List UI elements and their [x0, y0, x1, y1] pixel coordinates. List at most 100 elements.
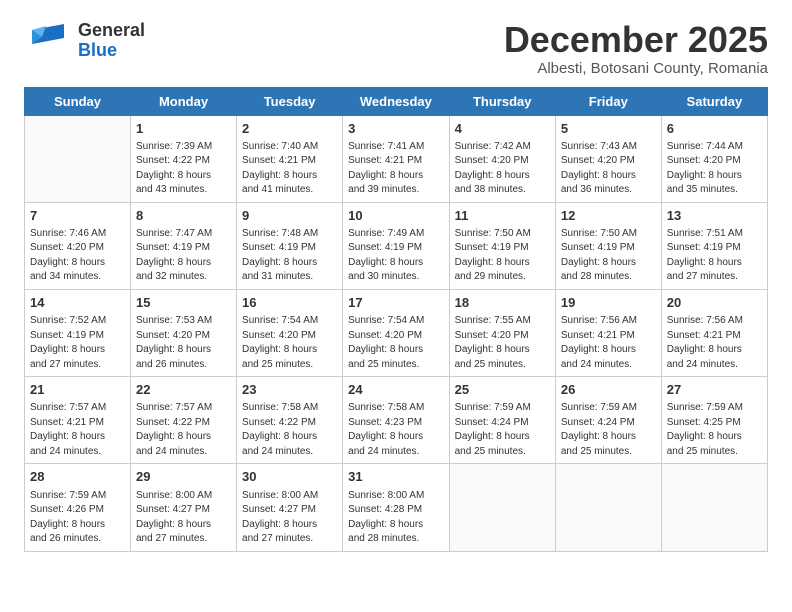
calendar-cell: 25 Sunrise: 7:59 AMSunset: 4:24 PMDayligh…: [449, 377, 555, 464]
logo-general-text: General: [78, 21, 145, 41]
day-number: 14: [30, 294, 125, 312]
day-info: Sunrise: 7:48 AMSunset: 4:19 PMDaylight:…: [242, 227, 337, 285]
day-info: Sunrise: 7:57 AMSunset: 4:21 PMDaylight:…: [30, 401, 125, 459]
calendar-cell: 27 Sunrise: 7:59 AMSunset: 4:25 PMDayligh…: [661, 377, 767, 464]
day-info: Sunrise: 7:51 AMSunset: 4:19 PMDaylight:…: [667, 227, 762, 285]
day-info: Sunrise: 7:58 AMSunset: 4:22 PMDaylight:…: [242, 401, 337, 459]
calendar-week-3: 14 Sunrise: 7:52 AMSunset: 4:19 PMDayligh…: [25, 289, 768, 376]
calendar-cell: 1 Sunrise: 7:39 AMSunset: 4:22 PMDaylight…: [131, 115, 237, 202]
day-number: 18: [455, 294, 550, 312]
day-number: 23: [242, 381, 337, 399]
day-number: 15: [136, 294, 231, 312]
day-number: 10: [348, 207, 443, 225]
calendar-week-1: 1 Sunrise: 7:39 AMSunset: 4:22 PMDaylight…: [25, 115, 768, 202]
day-number: 6: [667, 120, 762, 138]
calendar-table: SundayMondayTuesdayWednesdayThursdayFrid…: [24, 87, 768, 552]
calendar-week-2: 7Sunrise: 7:46 AMSunset: 4:20 PMDaylight…: [25, 202, 768, 289]
day-number: 27: [667, 381, 762, 399]
day-number: 19: [561, 294, 656, 312]
day-info: Sunrise: 7:57 AMSunset: 4:22 PMDaylight:…: [136, 401, 231, 459]
column-header-friday: Friday: [555, 87, 661, 115]
calendar-cell: 31 Sunrise: 8:00 AMSunset: 4:28 PMDayligh…: [343, 464, 449, 551]
column-header-saturday: Saturday: [661, 87, 767, 115]
day-info: Sunrise: 7:59 AMSunset: 4:26 PMDaylight:…: [30, 489, 125, 547]
day-number: 2: [242, 120, 337, 138]
day-info: Sunrise: 7:42 AMSunset: 4:20 PMDaylight:…: [455, 140, 550, 198]
calendar-cell: 6 Sunrise: 7:44 AMSunset: 4:20 PMDaylight…: [661, 115, 767, 202]
day-info: Sunrise: 7:53 AMSunset: 4:20 PMDaylight:…: [136, 314, 231, 372]
column-header-wednesday: Wednesday: [343, 87, 449, 115]
calendar-cell: 9Sunrise: 7:48 AMSunset: 4:19 PMDaylight…: [237, 202, 343, 289]
day-info: Sunrise: 7:50 AMSunset: 4:19 PMDaylight:…: [455, 227, 550, 285]
column-header-monday: Monday: [131, 87, 237, 115]
calendar-cell: [25, 115, 131, 202]
day-number: 7: [30, 207, 125, 225]
day-info: Sunrise: 7:39 AMSunset: 4:22 PMDaylight:…: [136, 140, 231, 198]
day-info: Sunrise: 7:56 AMSunset: 4:21 PMDaylight:…: [561, 314, 656, 372]
calendar-cell: 23 Sunrise: 7:58 AMSunset: 4:22 PMDayligh…: [237, 377, 343, 464]
day-number: 28: [30, 468, 125, 486]
calendar-cell: [555, 464, 661, 551]
day-info: Sunrise: 7:49 AMSunset: 4:19 PMDaylight:…: [348, 227, 443, 285]
day-info: Sunrise: 7:40 AMSunset: 4:21 PMDaylight:…: [242, 140, 337, 198]
calendar-cell: 29Sunrise: 8:00 AMSunset: 4:27 PMDayligh…: [131, 464, 237, 551]
calendar-cell: 19 Sunrise: 7:56 AMSunset: 4:21 PMDayligh…: [555, 289, 661, 376]
logo-text: General Blue: [78, 21, 145, 61]
day-number: 13: [667, 207, 762, 225]
day-number: 21: [30, 381, 125, 399]
calendar-cell: 7Sunrise: 7:46 AMSunset: 4:20 PMDaylight…: [25, 202, 131, 289]
day-info: Sunrise: 7:55 AMSunset: 4:20 PMDaylight:…: [455, 314, 550, 372]
calendar-week-4: 21 Sunrise: 7:57 AMSunset: 4:21 PMDayligh…: [25, 377, 768, 464]
title-block: December 2025 Albesti, Botosani County, …: [504, 20, 768, 77]
calendar-cell: 17 Sunrise: 7:54 AMSunset: 4:20 PMDayligh…: [343, 289, 449, 376]
day-info: Sunrise: 7:47 AMSunset: 4:19 PMDaylight:…: [136, 227, 231, 285]
calendar-cell: 2 Sunrise: 7:40 AMSunset: 4:21 PMDaylight…: [237, 115, 343, 202]
calendar-cell: 11 Sunrise: 7:50 AMSunset: 4:19 PMDayligh…: [449, 202, 555, 289]
day-number: 24: [348, 381, 443, 399]
location-subtitle: Albesti, Botosani County, Romania: [504, 60, 768, 77]
calendar-week-5: 28 Sunrise: 7:59 AMSunset: 4:26 PMDayligh…: [25, 464, 768, 551]
day-number: 5: [561, 120, 656, 138]
column-header-sunday: Sunday: [25, 87, 131, 115]
day-info: Sunrise: 7:41 AMSunset: 4:21 PMDaylight:…: [348, 140, 443, 198]
day-info: Sunrise: 7:44 AMSunset: 4:20 PMDaylight:…: [667, 140, 762, 198]
calendar-cell: 3 Sunrise: 7:41 AMSunset: 4:21 PMDaylight…: [343, 115, 449, 202]
calendar-cell: [661, 464, 767, 551]
day-number: 17: [348, 294, 443, 312]
day-number: 20: [667, 294, 762, 312]
day-number: 31: [348, 468, 443, 486]
calendar-cell: 8 Sunrise: 7:47 AMSunset: 4:19 PMDaylight…: [131, 202, 237, 289]
day-info: Sunrise: 7:43 AMSunset: 4:20 PMDaylight:…: [561, 140, 656, 198]
month-title: December 2025: [504, 20, 768, 60]
calendar-cell: 18 Sunrise: 7:55 AMSunset: 4:20 PMDayligh…: [449, 289, 555, 376]
day-info: Sunrise: 7:59 AMSunset: 4:25 PMDaylight:…: [667, 401, 762, 459]
calendar-cell: 16Sunrise: 7:54 AMSunset: 4:20 PMDayligh…: [237, 289, 343, 376]
calendar-cell: 10 Sunrise: 7:49 AMSunset: 4:19 PMDayligh…: [343, 202, 449, 289]
day-number: 8: [136, 207, 231, 225]
calendar-cell: 13 Sunrise: 7:51 AMSunset: 4:19 PMDayligh…: [661, 202, 767, 289]
calendar-cell: 30Sunrise: 8:00 AMSunset: 4:27 PMDayligh…: [237, 464, 343, 551]
day-number: 12: [561, 207, 656, 225]
day-info: Sunrise: 7:56 AMSunset: 4:21 PMDaylight:…: [667, 314, 762, 372]
calendar-header-row: SundayMondayTuesdayWednesdayThursdayFrid…: [25, 87, 768, 115]
day-info: Sunrise: 7:58 AMSunset: 4:23 PMDaylight:…: [348, 401, 443, 459]
day-info: Sunrise: 8:00 AMSunset: 4:28 PMDaylight:…: [348, 489, 443, 547]
calendar-cell: 22 Sunrise: 7:57 AMSunset: 4:22 PMDayligh…: [131, 377, 237, 464]
day-number: 1: [136, 120, 231, 138]
day-number: 16: [242, 294, 337, 312]
calendar-cell: 20 Sunrise: 7:56 AMSunset: 4:21 PMDayligh…: [661, 289, 767, 376]
day-info: Sunrise: 7:59 AMSunset: 4:24 PMDaylight:…: [455, 401, 550, 459]
day-number: 25: [455, 381, 550, 399]
day-number: 29: [136, 468, 231, 486]
calendar-cell: 26Sunrise: 7:59 AMSunset: 4:24 PMDayligh…: [555, 377, 661, 464]
day-number: 22: [136, 381, 231, 399]
day-info: Sunrise: 7:52 AMSunset: 4:19 PMDaylight:…: [30, 314, 125, 372]
logo: General Blue: [24, 20, 145, 62]
column-header-tuesday: Tuesday: [237, 87, 343, 115]
calendar-cell: 12Sunrise: 7:50 AMSunset: 4:19 PMDayligh…: [555, 202, 661, 289]
page-header: General Blue December 2025 Albesti, Boto…: [24, 20, 768, 77]
day-number: 11: [455, 207, 550, 225]
day-number: 3: [348, 120, 443, 138]
calendar-cell: 4Sunrise: 7:42 AMSunset: 4:20 PMDaylight…: [449, 115, 555, 202]
day-info: Sunrise: 7:54 AMSunset: 4:20 PMDaylight:…: [348, 314, 443, 372]
